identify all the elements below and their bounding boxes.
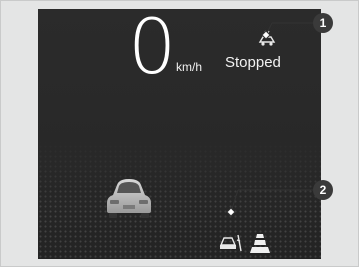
callout-badge-2: 2 (313, 180, 333, 200)
lane-keeping-car-icon (219, 234, 242, 252)
lane-lines-icon (250, 234, 270, 253)
status-text: Stopped (225, 54, 281, 71)
speed-unit: km/h (176, 60, 203, 74)
speed-readout: 0 (128, 9, 176, 91)
lead-vehicle-icon (107, 179, 151, 218)
road-surface (38, 139, 321, 259)
callout-badge-1: 1 (313, 13, 333, 33)
instrument-display: 0 km/h Stopped (38, 9, 321, 259)
acc-stopped-car-icon (258, 30, 276, 46)
